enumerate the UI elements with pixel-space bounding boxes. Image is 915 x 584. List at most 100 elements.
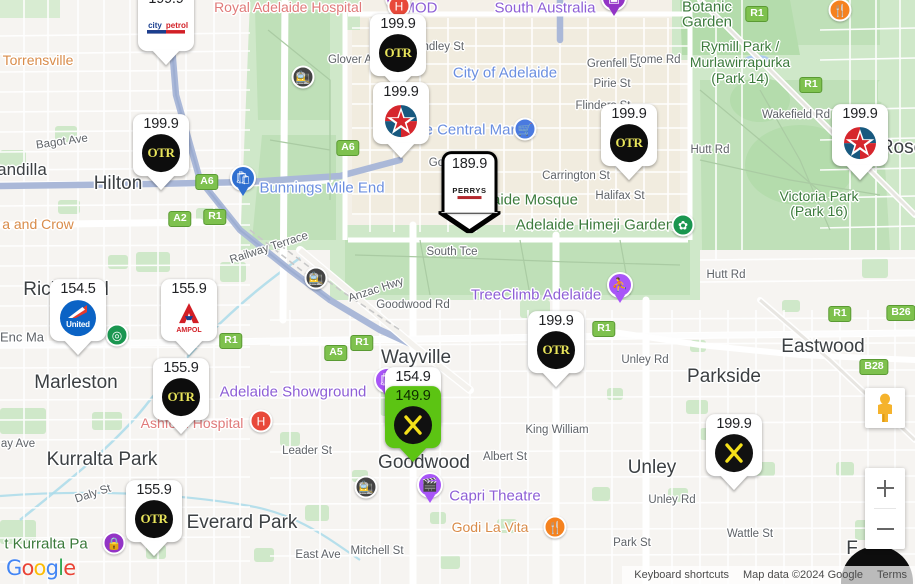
united-petroleum-logo-icon: United bbox=[60, 300, 96, 336]
fuel-marker-tail bbox=[615, 165, 643, 180]
fuel-price-marker[interactable]: 199.9 OTR bbox=[133, 114, 189, 190]
svg-text:petrol: petrol bbox=[166, 21, 188, 30]
fuel-price-marker[interactable]: 155.9 OTR bbox=[126, 480, 182, 556]
fuel-brand-logo: OTR bbox=[162, 378, 200, 416]
fuel-price-marker[interactable]: 199.9 bbox=[373, 82, 429, 158]
fuel-marker-tail bbox=[720, 475, 748, 490]
fuel-brand-logo: OTR bbox=[610, 124, 648, 162]
map-data-copyright: Map data ©2024 Google bbox=[743, 569, 864, 581]
fuel-marker-tail bbox=[167, 419, 195, 434]
zoom-in-button[interactable] bbox=[865, 468, 905, 508]
otr-logo-icon: OTR bbox=[379, 34, 417, 72]
fuel-price-marker[interactable]: 199.9 bbox=[706, 414, 762, 490]
fuel-price-marker[interactable]: 149.9 bbox=[385, 386, 441, 462]
svg-text:PERRYS: PERRYS bbox=[452, 186, 486, 195]
fuel-marker-body[interactable]: 149.9 bbox=[385, 386, 441, 448]
otr-logo-icon: OTR bbox=[610, 124, 648, 162]
keyboard-shortcuts-link[interactable]: Keyboard shortcuts bbox=[634, 569, 729, 581]
fuel-price-label: 155.9 bbox=[171, 281, 207, 298]
zoom-control[interactable] bbox=[865, 468, 905, 549]
fuel-price-label: 199.9 bbox=[538, 313, 574, 330]
citygo-logo-icon: city petrol bbox=[143, 20, 189, 36]
fuel-marker-body[interactable]: 199.9 OTR bbox=[601, 104, 657, 166]
fuel-brand-logo bbox=[394, 406, 432, 444]
ampol-logo-icon: AMPOL bbox=[169, 301, 209, 335]
fuel-marker-tail bbox=[387, 143, 415, 158]
fuel-marker-body[interactable]: 199.9 OTR bbox=[133, 114, 189, 176]
perrys-logo-icon: PERRYS bbox=[446, 185, 494, 201]
fuel-price-marker[interactable]: 155.9 AMPOL bbox=[161, 279, 217, 355]
fuel-marker-body[interactable]: 199.9 city petrol bbox=[138, 0, 194, 51]
fuel-price-marker[interactable]: 199.9 OTR bbox=[601, 104, 657, 180]
otr-logo-icon: OTR bbox=[537, 331, 575, 369]
attribution-bar: Keyboard shortcuts Map data ©2024 Google… bbox=[622, 566, 915, 584]
fuel-price-marker[interactable]: 199.9 bbox=[832, 104, 888, 180]
fuel-marker-tail bbox=[152, 50, 180, 65]
fuel-marker-body[interactable]: 155.9 OTR bbox=[126, 480, 182, 542]
fuel-marker-tail bbox=[147, 175, 175, 190]
otr-logo-icon: OTR bbox=[135, 500, 173, 538]
fuel-marker-body[interactable]: 154.5 United bbox=[50, 279, 106, 341]
fuel-price-label: 155.9 bbox=[163, 360, 199, 377]
caltex-logo-icon bbox=[383, 103, 419, 139]
fuel-brand-logo: OTR bbox=[537, 331, 575, 369]
fuel-brand-logo bbox=[382, 102, 420, 140]
fuel-marker-body[interactable]: 199.9 bbox=[832, 104, 888, 166]
otr-logo-icon: OTR bbox=[142, 134, 180, 172]
fuel-brand-logo: AMPOL bbox=[170, 299, 208, 337]
fuel-marker-body[interactable]: 199.9 OTR bbox=[528, 311, 584, 373]
fuel-marker-body[interactable]: 199.9 bbox=[373, 82, 429, 144]
fuel-brand-logo: OTR bbox=[379, 34, 417, 72]
otr-logo-icon: OTR bbox=[162, 378, 200, 416]
fuel-brand-logo: city petrol bbox=[147, 9, 188, 47]
fuel-price-label: 149.9 bbox=[395, 388, 431, 405]
fuel-marker-tail bbox=[175, 340, 203, 355]
fuel-marker-tail bbox=[64, 340, 92, 355]
fuel-price-marker[interactable]: 155.9 OTR bbox=[153, 358, 209, 434]
fuel-price-label: 189.9 bbox=[451, 156, 488, 173]
google-logo: Google bbox=[6, 556, 76, 580]
fuel-price-marker[interactable]: 199.9 OTR bbox=[528, 311, 584, 387]
fuel-brand-logo: OTR bbox=[142, 134, 180, 172]
fuel-price-label: 199.9 bbox=[611, 106, 647, 123]
x-convenience-logo-icon bbox=[394, 406, 432, 444]
fuel-price-label: 199.9 bbox=[716, 416, 752, 433]
fuel-price-label: 154.5 bbox=[60, 281, 96, 298]
fuel-marker-tail bbox=[399, 447, 427, 462]
fuel-price-label: 199.9 bbox=[138, 0, 194, 8]
fuel-price-label: 199.9 bbox=[380, 16, 416, 33]
fuel-price-label: 155.9 bbox=[136, 482, 172, 499]
fuel-brand-logo: OTR bbox=[135, 500, 173, 538]
fuel-price-label: 199.9 bbox=[383, 84, 419, 101]
fuel-marker-tail bbox=[542, 372, 570, 387]
fuel-brand-logo bbox=[715, 434, 753, 472]
fuel-marker-body[interactable]: 155.9 OTR bbox=[153, 358, 209, 420]
fuel-brand-logo bbox=[841, 124, 879, 162]
fuel-price-label: 154.9 bbox=[395, 369, 431, 386]
fuel-marker-body[interactable]: 189.9 PERRYS bbox=[441, 151, 498, 212]
fuel-marker-tail bbox=[438, 211, 501, 233]
fuel-marker-tail bbox=[140, 541, 168, 556]
terms-link[interactable]: Terms bbox=[877, 569, 907, 581]
svg-text:city: city bbox=[148, 21, 162, 30]
fuel-marker-body[interactable]: 199.9 OTR bbox=[370, 14, 426, 76]
fuel-price-markers-layer[interactable]: 199.9citypetrol199.9OTR199.9OTR199.9189.… bbox=[0, 0, 915, 584]
x-convenience-logo-icon bbox=[715, 434, 753, 472]
map-canvas[interactable]: TorrensvilleHiltonandillaa and CrowRichm… bbox=[0, 0, 915, 584]
street-view-pegman-control[interactable] bbox=[865, 388, 905, 428]
pegman-icon bbox=[878, 393, 892, 422]
zoom-out-button[interactable] bbox=[865, 509, 905, 549]
fuel-price-label: 199.9 bbox=[842, 106, 878, 123]
fuel-price-marker[interactable]: 189.9 PERRYS bbox=[438, 151, 501, 233]
fuel-marker-body[interactable]: 199.9 bbox=[706, 414, 762, 476]
fuel-marker-tail bbox=[846, 165, 874, 180]
fuel-price-marker[interactable]: 154.5 United bbox=[50, 279, 106, 355]
fuel-price-marker[interactable]: 199.9 city petrol bbox=[138, 0, 194, 65]
fuel-brand-logo: PERRYS bbox=[451, 174, 489, 212]
fuel-marker-body[interactable]: 155.9 AMPOL bbox=[161, 279, 217, 341]
fuel-price-marker[interactable]: 199.9 OTR bbox=[370, 14, 426, 90]
fuel-brand-logo: United bbox=[59, 299, 97, 337]
fuel-price-label: 199.9 bbox=[143, 116, 179, 133]
svg-text:AMPOL: AMPOL bbox=[176, 327, 202, 334]
caltex-logo-icon bbox=[842, 125, 878, 161]
